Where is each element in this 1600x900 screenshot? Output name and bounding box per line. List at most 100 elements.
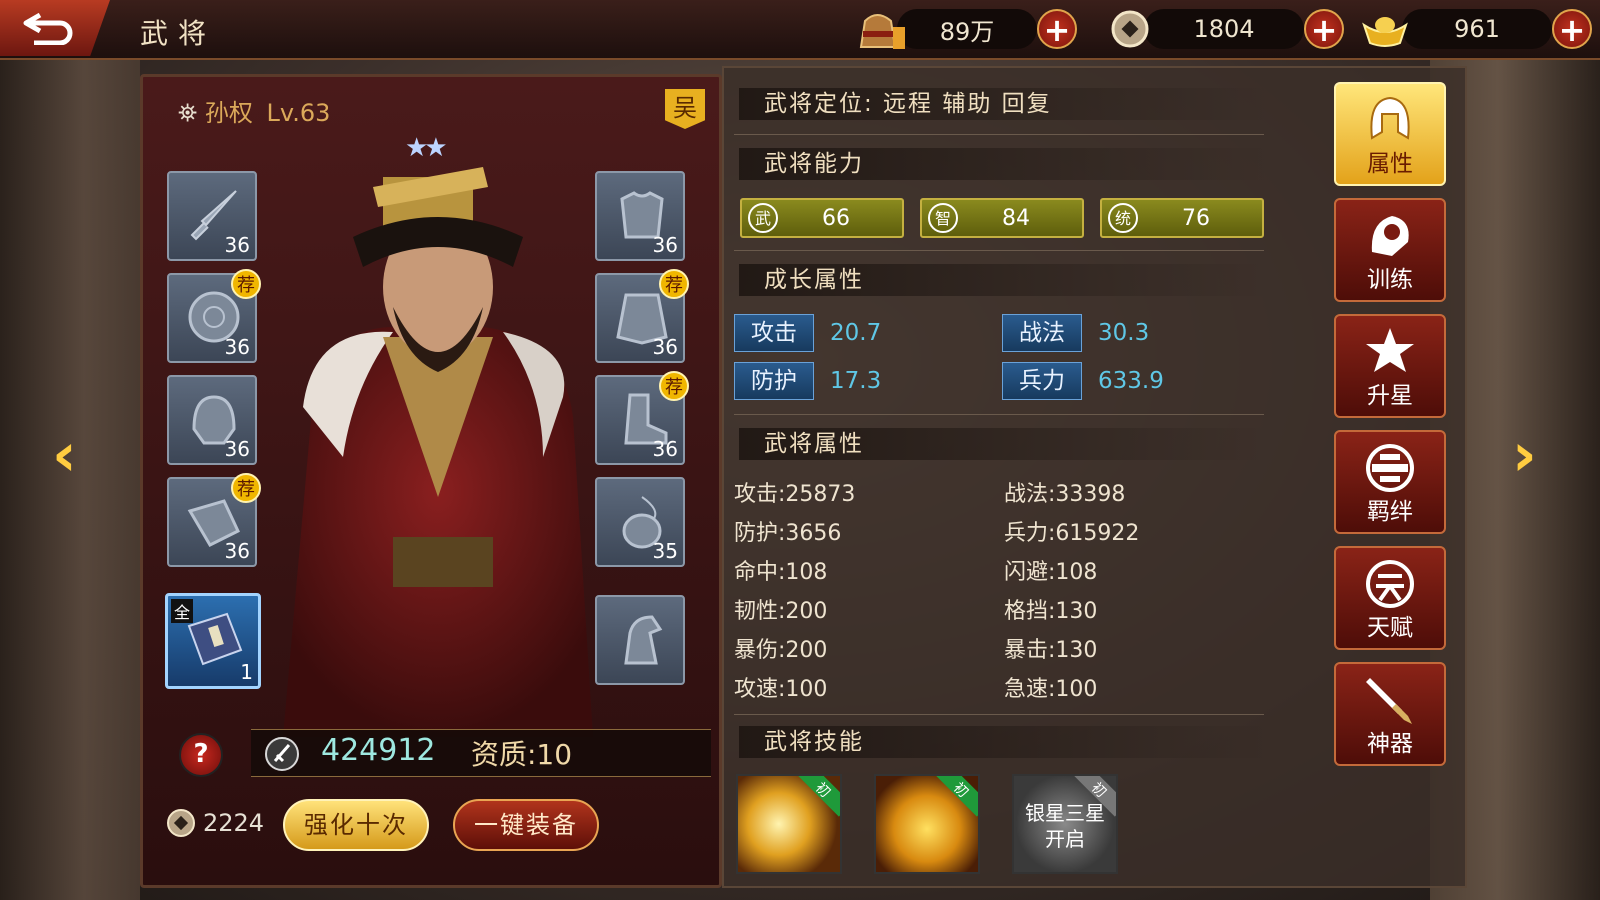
book-count: 1 xyxy=(240,660,253,684)
food-icon xyxy=(859,14,905,49)
equip-slot-helmet[interactable]: 36 xyxy=(167,375,257,465)
equip-slot-skirt[interactable]: 荐 36 xyxy=(595,269,689,363)
growth-label: 战法 xyxy=(1002,314,1082,352)
tab-label: 神器 xyxy=(1367,731,1413,757)
tab-label: 训练 xyxy=(1367,267,1413,293)
power-icon xyxy=(265,737,299,771)
top-bar: 武将 89万 + 1804 + 961 + xyxy=(0,0,1600,60)
hero-name: 孙权 xyxy=(204,99,253,127)
equip-slot-boots[interactable]: 荐 36 xyxy=(595,371,689,465)
artifact-icon xyxy=(1366,678,1412,724)
tab-label: 天赋 xyxy=(1367,615,1413,641)
coin-value: 1804 xyxy=(1144,9,1304,49)
horse-icon xyxy=(624,615,663,665)
bond-icon xyxy=(1366,444,1414,492)
gold-resource: 961 + xyxy=(1360,8,1592,50)
recommend-badge: 荐 xyxy=(659,269,689,299)
book-icon xyxy=(187,612,243,666)
back-arrow-icon xyxy=(23,12,73,45)
back-button[interactable] xyxy=(0,0,110,56)
tab-label: 属性 xyxy=(1367,151,1413,177)
growth-value: 30.3 xyxy=(1098,320,1150,346)
ability-command: 统 76 xyxy=(1100,198,1264,238)
equip-level: 36 xyxy=(224,233,250,257)
attr-item: 韧性:200 xyxy=(734,599,828,624)
equip-slot-sword[interactable]: 36 xyxy=(167,171,257,261)
auto-equip-button[interactable]: 一键装备 xyxy=(453,799,599,851)
growth-value: 633.9 xyxy=(1098,368,1164,394)
equip-slot-gauntlet[interactable]: 荐 36 xyxy=(167,473,261,567)
tab-attributes[interactable]: 属性 xyxy=(1334,82,1446,186)
prev-hero-arrow[interactable]: ‹ xyxy=(52,420,77,490)
skill-slot-1[interactable]: 初 xyxy=(736,774,842,874)
attr-item: 暴伤:200 xyxy=(734,638,828,663)
ability-icon: 智 xyxy=(928,203,958,233)
add-coin-button[interactable]: + xyxy=(1304,9,1344,49)
equip-level: 36 xyxy=(224,539,250,563)
equip-level: 36 xyxy=(652,233,678,257)
hero-portrait xyxy=(283,167,593,737)
gold-value: 961 xyxy=(1402,9,1552,49)
training-icon xyxy=(1371,216,1409,256)
equip-level: 35 xyxy=(652,539,678,563)
growth-label: 防护 xyxy=(734,362,814,400)
attr-item: 命中:108 xyxy=(734,560,828,585)
ability-title: 武将能力 xyxy=(739,148,1269,180)
attr-title: 武将属性 xyxy=(739,428,1269,460)
equip-slot-armor[interactable]: 36 xyxy=(595,171,685,261)
ability-icon: 统 xyxy=(1108,203,1138,233)
recommend-badge: 荐 xyxy=(659,371,689,401)
star-up-icon xyxy=(1366,328,1414,372)
coin-icon xyxy=(1111,10,1149,48)
tab-label: 羁绊 xyxy=(1367,499,1413,525)
quality-value: 资质:10 xyxy=(471,738,573,771)
skill-badge: 初 xyxy=(796,776,840,817)
hero-level: Lv.63 xyxy=(266,99,331,127)
skill-badge: 初 xyxy=(934,776,978,817)
tab-training[interactable]: 训练 xyxy=(1334,198,1446,302)
skill-lock-text: 银星三星开启 xyxy=(1025,801,1105,851)
tab-star-up[interactable]: 升星 xyxy=(1334,314,1446,418)
hero-name-line: ⛯ 孙权 Lv.63 xyxy=(178,93,330,128)
helmet-icon xyxy=(1370,96,1410,140)
tab-label: 升星 xyxy=(1367,383,1413,409)
tab-bond[interactable]: 羁绊 xyxy=(1334,430,1446,534)
attr-item: 攻速:100 xyxy=(734,677,828,702)
book-slot[interactable]: 全 1 xyxy=(165,593,261,689)
divider xyxy=(734,714,1264,715)
role-line: 武将定位: 远程 辅助 回复 xyxy=(739,88,1269,120)
equip-level: 36 xyxy=(224,437,250,461)
hero-class-icon: ⛯ xyxy=(178,99,198,127)
faction-badge: 吴 xyxy=(665,89,705,129)
upgrade-cost-value: 2224 xyxy=(203,809,265,837)
tab-talent[interactable]: 天赋 xyxy=(1334,546,1446,650)
growth-title: 成长属性 xyxy=(739,264,1269,296)
growth-value: 17.3 xyxy=(830,368,882,394)
upgrade-ten-button[interactable]: 强化十次 xyxy=(283,799,429,851)
attr-item: 闪避:108 xyxy=(1004,560,1098,585)
upgrade-cost: 2224 xyxy=(165,807,264,839)
ability-value: 76 xyxy=(1182,206,1210,231)
add-gold-button[interactable]: + xyxy=(1552,9,1592,49)
attr-item: 兵力:615922 xyxy=(1004,521,1140,546)
attr-item: 防护:3656 xyxy=(734,521,842,546)
ability-martial: 武 66 xyxy=(740,198,904,238)
add-food-button[interactable]: + xyxy=(1037,9,1077,49)
skill-slot-3-locked[interactable]: 初 银星三星开启 xyxy=(1012,774,1118,874)
attr-item: 攻击:25873 xyxy=(734,482,856,507)
next-hero-arrow[interactable]: › xyxy=(1512,420,1537,490)
divider xyxy=(734,134,1264,135)
gold-ingot-icon xyxy=(1362,17,1408,47)
attr-item: 战法:33398 xyxy=(1004,482,1126,507)
ability-value: 66 xyxy=(822,206,850,231)
mount-slot[interactable] xyxy=(595,595,685,685)
tab-artifact[interactable]: 神器 xyxy=(1334,662,1446,766)
help-button[interactable]: ? xyxy=(179,733,223,777)
equip-slot-shield[interactable]: 荐 36 xyxy=(167,269,261,363)
skill-slot-2[interactable]: 初 xyxy=(874,774,980,874)
growth-value: 20.7 xyxy=(830,320,882,346)
equip-slot-pendant[interactable]: 35 xyxy=(595,477,685,567)
ability-value: 84 xyxy=(1002,206,1030,231)
equip-level: 36 xyxy=(652,335,678,359)
recommend-badge: 荐 xyxy=(231,473,261,503)
